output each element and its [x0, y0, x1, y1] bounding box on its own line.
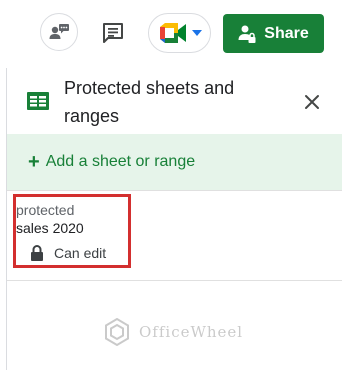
- panel-header: Protected sheets and ranges: [7, 68, 342, 134]
- page: Share Protected sheets and ranges + Add …: [0, 0, 342, 370]
- range-name: sales 2020: [16, 220, 84, 236]
- person-comment-icon: [49, 24, 69, 39]
- watermark-text: OfficeWheel: [139, 323, 244, 341]
- watermark: OfficeWheel: [103, 318, 243, 346]
- top-toolbar: Share: [0, 0, 342, 68]
- add-sheet-or-range-button[interactable]: + Add a sheet or range: [7, 134, 342, 190]
- share-button[interactable]: Share: [223, 14, 324, 53]
- caret-down-icon: [191, 30, 202, 36]
- add-sheet-or-range-label: Add a sheet or range: [45, 153, 196, 170]
- meet-button[interactable]: [148, 13, 211, 53]
- plus-icon: +: [28, 151, 40, 173]
- protected-ranges-panel: Protected sheets and ranges + Add a shee…: [6, 68, 342, 370]
- sheets-grid-icon: [27, 92, 49, 110]
- close-icon[interactable]: [303, 93, 321, 111]
- lock-person-icon: [238, 25, 256, 43]
- lock-icon: [31, 245, 43, 261]
- show-comments-activity-button[interactable]: [40, 13, 78, 51]
- officewheel-logo-icon: [105, 318, 129, 346]
- divider: [7, 280, 342, 281]
- range-description: protected: [16, 202, 75, 218]
- comment-icon: [103, 23, 123, 43]
- permission-label: Can edit: [54, 245, 107, 261]
- panel-title: Protected sheets and ranges: [64, 78, 235, 126]
- open-comment-history-button[interactable]: [98, 18, 128, 48]
- google-meet-icon: [159, 23, 186, 43]
- share-button-label: Share: [264, 24, 309, 42]
- divider: [7, 190, 342, 191]
